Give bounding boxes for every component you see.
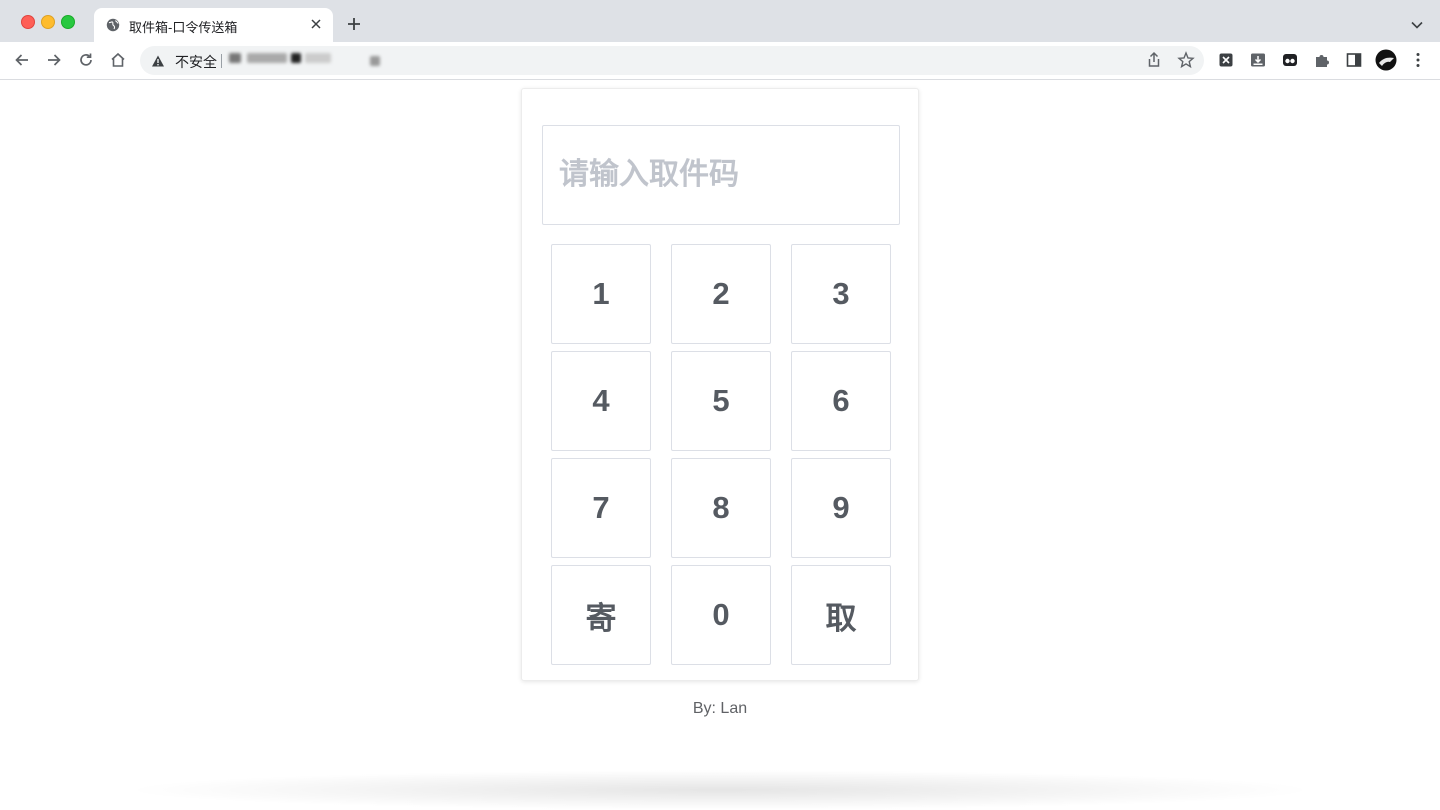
window-minimize-button[interactable]	[41, 15, 55, 29]
home-icon[interactable]	[109, 51, 127, 69]
security-label[interactable]: 不安全	[175, 52, 217, 72]
author-footer: By: Lan	[692, 700, 748, 717]
key-5[interactable]: 5	[671, 351, 771, 451]
share-icon[interactable]	[1145, 51, 1163, 69]
browser-titlebar: 取件箱-口令传送箱	[0, 0, 1440, 42]
avatar[interactable]	[1375, 49, 1397, 71]
window-close-button[interactable]	[21, 15, 35, 29]
key-3[interactable]: 3	[791, 244, 891, 344]
window-maximize-button[interactable]	[61, 15, 75, 29]
pickup-code-input[interactable]	[542, 125, 900, 225]
plus-icon[interactable]	[346, 16, 362, 32]
keypad: 1 2 3 4 5 6 7 8 9 寄 0 取	[551, 244, 891, 665]
star-icon[interactable]	[1177, 51, 1195, 69]
address-separator	[221, 54, 222, 68]
excel-extension-icon[interactable]	[1217, 51, 1235, 69]
globe-icon	[106, 18, 120, 32]
blurred-url	[229, 53, 389, 67]
pickup-card: 1 2 3 4 5 6 7 8 9 寄 0 取	[521, 88, 919, 681]
browser-toolbar: 不安全	[0, 42, 1440, 80]
kebab-menu-icon[interactable]	[1409, 51, 1427, 69]
side-panel-icon[interactable]	[1345, 51, 1363, 69]
chevron-down-icon[interactable]	[1410, 18, 1424, 32]
tab-title: 取件箱-口令传送箱	[129, 20, 238, 35]
key-0[interactable]: 0	[671, 565, 771, 665]
key-4[interactable]: 4	[551, 351, 651, 451]
close-icon[interactable]	[309, 17, 323, 31]
back-arrow-icon[interactable]	[13, 51, 31, 69]
key-6[interactable]: 6	[791, 351, 891, 451]
retrieve-button[interactable]: 取	[791, 565, 891, 665]
bottom-shadow-decoration	[120, 770, 1320, 810]
warning-icon[interactable]	[151, 54, 165, 68]
address-bar[interactable]: 不安全	[140, 46, 1204, 75]
key-2[interactable]: 2	[671, 244, 771, 344]
key-7[interactable]: 7	[551, 458, 651, 558]
forward-arrow-icon[interactable]	[45, 51, 63, 69]
download-extension-icon[interactable]	[1249, 51, 1267, 69]
browser-tab-active[interactable]: 取件箱-口令传送箱	[94, 8, 333, 42]
send-button[interactable]: 寄	[551, 565, 651, 665]
puzzle-icon[interactable]	[1313, 51, 1331, 69]
key-8[interactable]: 8	[671, 458, 771, 558]
extension-icon[interactable]	[1281, 51, 1299, 69]
key-9[interactable]: 9	[791, 458, 891, 558]
key-1[interactable]: 1	[551, 244, 651, 344]
reload-icon[interactable]	[77, 51, 95, 69]
